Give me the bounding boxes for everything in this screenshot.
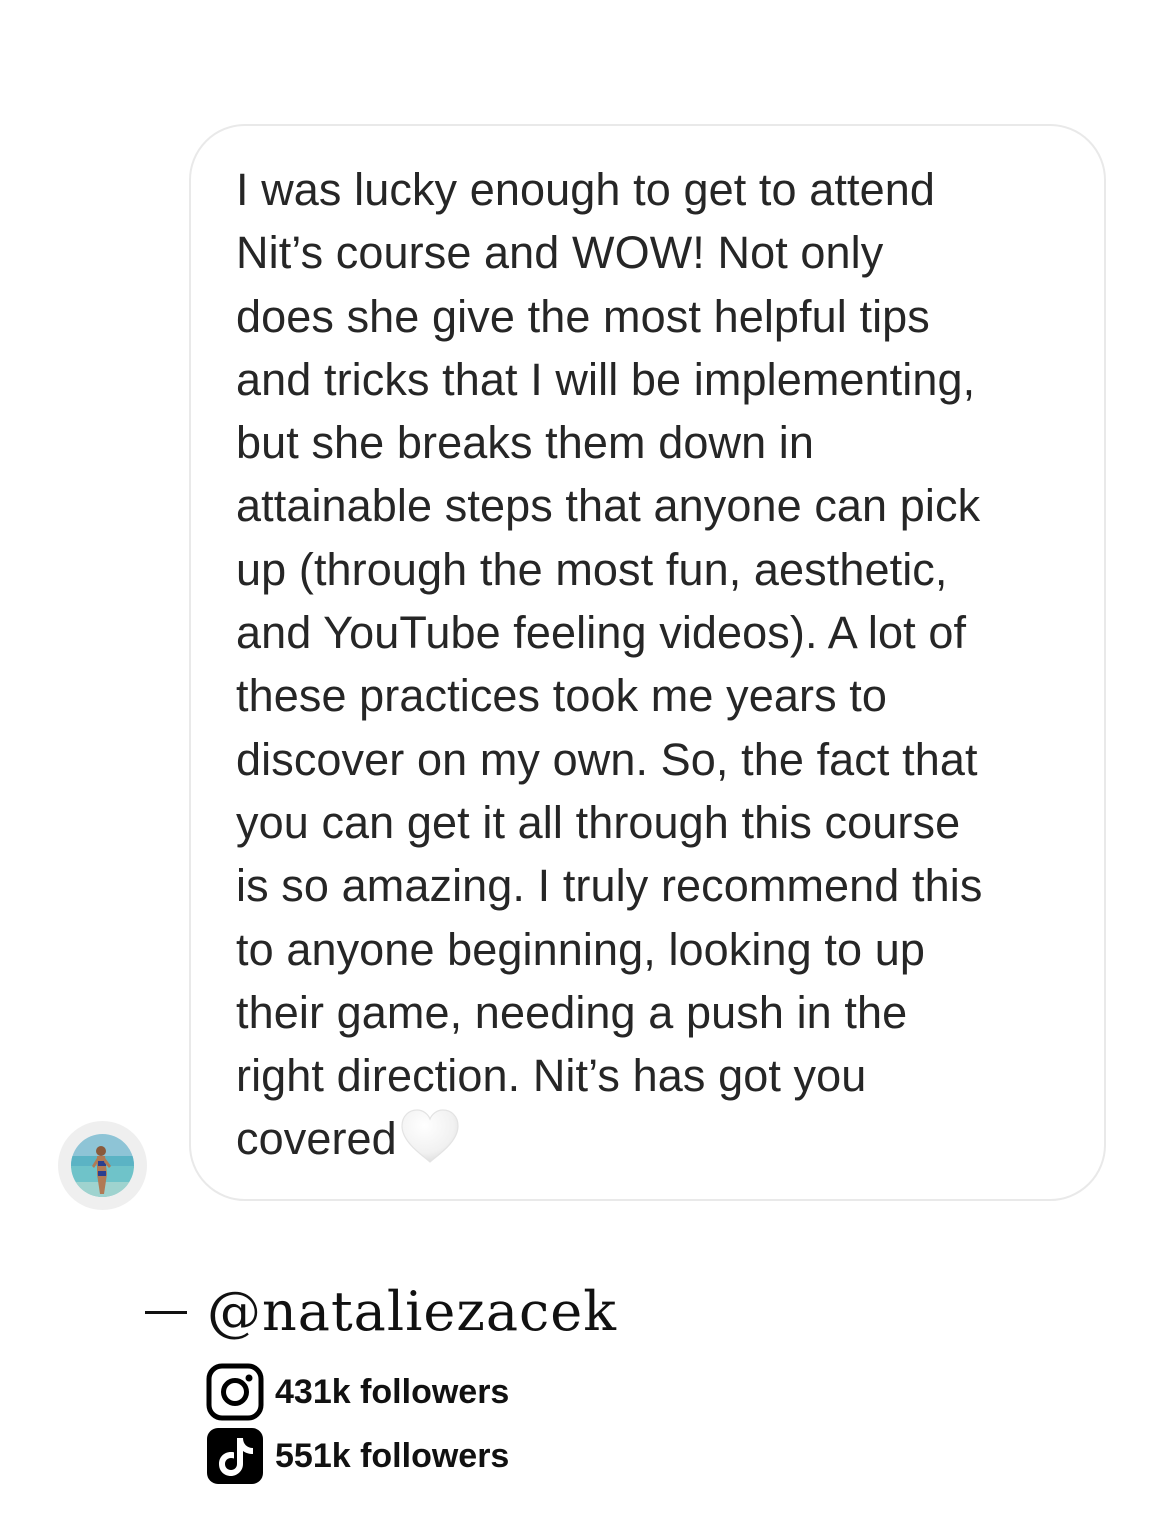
message-line: attainable steps that anyone can pick <box>236 480 981 532</box>
attribution: @nataliezacek <box>145 1280 617 1343</box>
message-text: I was lucky enough to get to attend Nit’… <box>236 158 1076 1171</box>
attribution-dash <box>145 1311 187 1314</box>
profile-avatar-image <box>71 1134 134 1197</box>
message-line: these practices took me years to <box>236 670 887 722</box>
instagram-followers: 431k followers <box>275 1372 510 1411</box>
message-line: covered <box>236 1113 397 1165</box>
message-line: and tricks that I will be implementing, <box>236 353 976 405</box>
tiktok-followers: 551k followers <box>275 1436 510 1475</box>
tiktok-icon <box>207 1428 263 1484</box>
avatar[interactable] <box>58 1121 147 1210</box>
message-line: is so amazing. I truly recommend this <box>236 860 983 912</box>
tiktok-stat: 551k followers <box>206 1428 509 1484</box>
message-line: Nit’s course and WOW! Not only <box>236 227 884 279</box>
message-line: discover on my own. So, the fact that <box>236 733 978 785</box>
message-line: you can get it all through this course <box>236 796 961 848</box>
message-line: but she breaks them down in <box>236 417 815 469</box>
message-line: to anyone beginning, looking to up <box>236 923 925 975</box>
message-line: I was lucky enough to get to attend <box>236 164 935 215</box>
avatar-photo <box>71 1134 134 1197</box>
message-line: and YouTube feeling videos). A lot of <box>236 607 967 659</box>
instagram-stat: 431k followers <box>206 1363 510 1421</box>
message-line-last: covered <box>236 1107 1076 1170</box>
message-line: up (through the most fun, aesthetic, <box>236 543 948 595</box>
message-line: right direction. Nit’s has got you <box>236 1050 867 1102</box>
author-handle[interactable]: @nataliezacek <box>207 1280 617 1343</box>
message-line: their game, needing a push in the <box>236 986 908 1038</box>
white-heart-icon <box>401 1109 459 1164</box>
instagram-icon <box>206 1363 264 1421</box>
message-line: does she give the most helpful tips <box>236 290 930 342</box>
